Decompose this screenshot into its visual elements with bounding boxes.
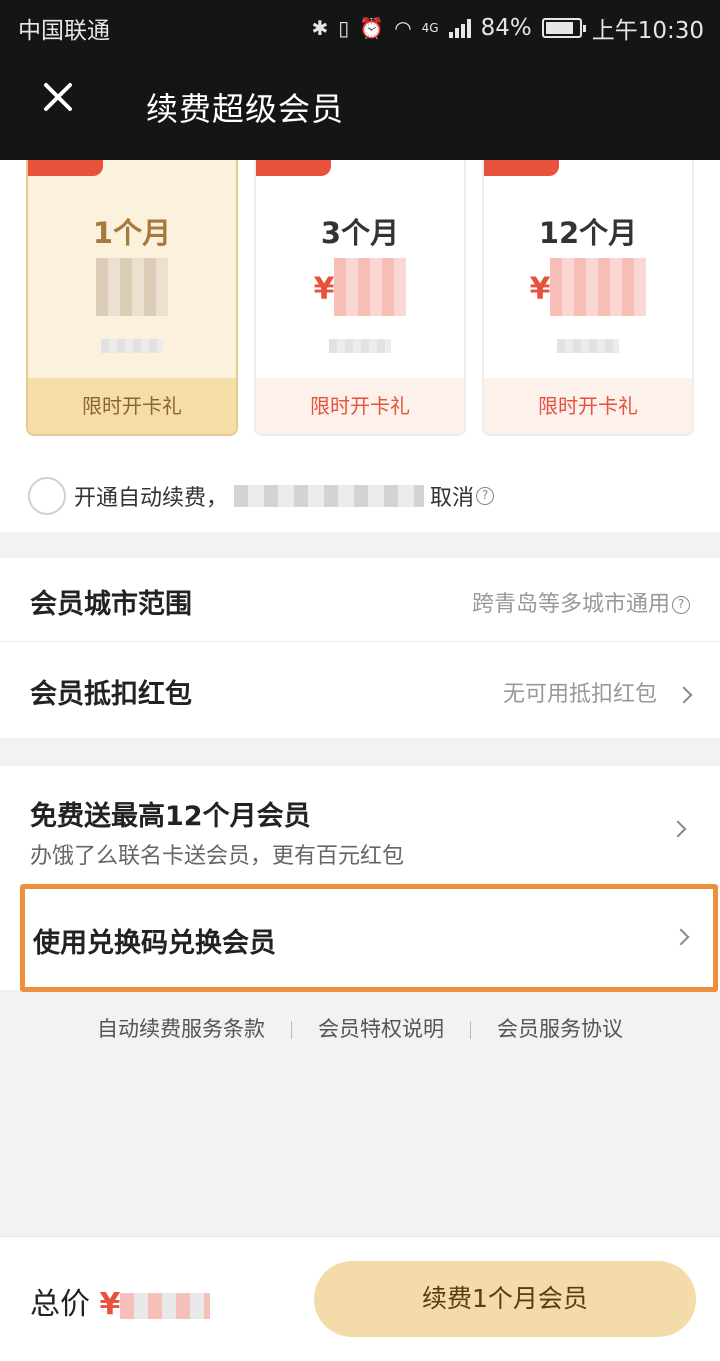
city-scope-value: 跨青岛等多城市通用? (472, 586, 690, 618)
plan-price-masked: ¥ (484, 258, 692, 316)
chevron-right-icon (675, 686, 693, 704)
voucher-label: 会员抵扣红包 (30, 679, 192, 710)
total-price: 总价 ¥ (30, 1279, 211, 1323)
plan-original-price-masked (484, 338, 692, 357)
plan-card-1-month[interactable]: 1个月 限时开卡礼 (26, 160, 238, 436)
signal-icon (448, 18, 471, 38)
network-type: 4G (421, 21, 439, 35)
vibrate-icon: ▯ (338, 16, 350, 40)
footer-links: 自动续费服务条款 会员特权说明 会员服务协议 (0, 1013, 720, 1043)
help-icon[interactable]: ? (672, 596, 690, 614)
membership-info-section: 会员城市范围 跨青岛等多城市通用? 会员抵扣红包 无可用抵扣红包 (0, 558, 720, 738)
auto-renew-label-end: 取消 (430, 486, 475, 511)
plan-duration: 3个月 (320, 216, 400, 250)
plan-badge (28, 160, 103, 176)
redeem-code-row[interactable]: 使用兑换码兑换会员 (20, 884, 718, 992)
chevron-right-icon (669, 820, 687, 838)
renew-button[interactable]: 续费1个月会员 (314, 1261, 696, 1337)
promo-title: 免费送最高12个月会员 (30, 801, 311, 832)
voucher-value: 无可用抵扣红包 (503, 676, 693, 708)
plan-gift-label: 限时开卡礼 (28, 378, 236, 434)
plan-original-price-masked (28, 338, 236, 357)
city-scope-row[interactable]: 会员城市范围 跨青岛等多城市通用? (0, 558, 720, 642)
link-privileges[interactable]: 会员特权说明 (318, 1013, 444, 1043)
plan-gift-label: 限时开卡礼 (484, 378, 692, 434)
plan-price-masked (28, 258, 236, 316)
checkout-bar: 总价 ¥ 续费1个月会员 (0, 1236, 720, 1361)
plan-original-price-masked (256, 338, 464, 357)
bluetooth-icon: ✱ (311, 16, 329, 40)
status-bar: 中国联通 ✱ ▯ ⏰ ◠ 4G 84% 上午10:30 (0, 0, 720, 50)
redeem-code-label: 使用兑换码兑换会员 (33, 928, 276, 959)
plan-badge (484, 160, 559, 176)
plan-duration: 12个月 (538, 216, 638, 250)
plan-duration: 1个月 (92, 216, 172, 250)
carrier-name: 中国联通 (18, 18, 110, 44)
app-header: 续费超级会员 (0, 50, 720, 160)
battery-icon (541, 18, 586, 38)
total-amount-masked (120, 1292, 211, 1319)
plan-badge (256, 160, 331, 176)
wifi-icon: ◠ (394, 16, 412, 40)
link-separator (291, 1021, 292, 1039)
battery-fill (545, 22, 573, 34)
auto-renew-checkbox[interactable] (28, 477, 66, 515)
plan-card-3-months[interactable]: 3个月 ¥ 限时开卡礼 (254, 160, 466, 436)
status-icons: ✱ ▯ ⏰ ◠ 4G 84% 上午10:30 (312, 11, 705, 45)
plan-section: 1个月 限时开卡礼 3个月 ¥ 限时开卡礼 12个月 ¥ 限时开卡礼 开通自动续… (0, 160, 720, 532)
auto-renew-masked-text (234, 485, 425, 507)
alarm-icon: ⏰ (359, 16, 385, 40)
total-label: 总价 (30, 1287, 90, 1322)
link-separator (470, 1021, 471, 1039)
clock: 上午10:30 (591, 18, 704, 44)
voucher-row[interactable]: 会员抵扣红包 无可用抵扣红包 (0, 642, 720, 738)
link-service-agreement[interactable]: 会员服务协议 (497, 1013, 623, 1043)
page-title: 续费超级会员 (146, 90, 345, 128)
auto-renew-option: 开通自动续费， 取消 ? (28, 477, 495, 515)
city-scope-label: 会员城市范围 (30, 589, 192, 620)
total-currency: ¥ (99, 1287, 121, 1322)
promo-row[interactable]: 免费送最高12个月会员 办饿了么联名卡送会员，更有百元红包 (0, 766, 720, 884)
close-icon[interactable] (36, 76, 78, 118)
link-auto-renew-terms[interactable]: 自动续费服务条款 (97, 1013, 265, 1043)
plan-gift-label: 限时开卡礼 (256, 378, 464, 434)
promo-chevron (669, 820, 687, 839)
plan-price-masked: ¥ (256, 258, 464, 316)
battery-percent: 84% (480, 15, 532, 41)
promo-subtitle: 办饿了么联名卡送会员，更有百元红包 (30, 844, 405, 869)
help-icon[interactable]: ? (476, 487, 495, 505)
auto-renew-label-start: 开通自动续费， (74, 486, 229, 511)
plan-card-12-months[interactable]: 12个月 ¥ 限时开卡礼 (482, 160, 694, 436)
chevron-right-icon (672, 928, 690, 946)
